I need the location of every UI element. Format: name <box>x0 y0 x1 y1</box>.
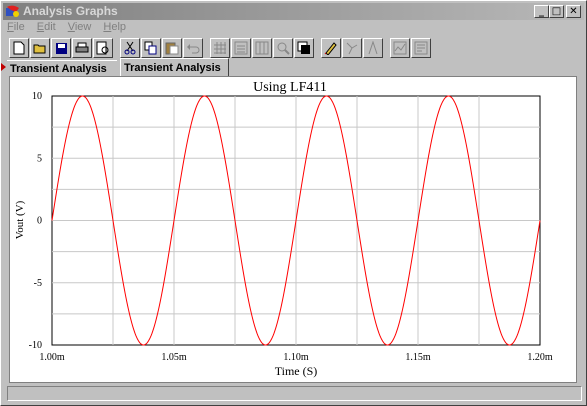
x-tick-label: 1.10m <box>283 352 309 363</box>
copy-icon[interactable] <box>141 38 161 58</box>
cut-icon[interactable] <box>120 38 140 58</box>
window-title: Analysis Graphs <box>23 4 118 18</box>
y-tick-label: 5 <box>37 153 42 164</box>
properties-icon[interactable] <box>321 38 341 58</box>
menu-help[interactable]: Help <box>101 21 128 36</box>
cursor-icon[interactable] <box>252 38 272 58</box>
print-preview-icon[interactable] <box>93 38 113 58</box>
zoom-icon[interactable] <box>273 38 293 58</box>
grid-icon[interactable] <box>210 38 230 58</box>
status-bar <box>7 386 582 401</box>
analyze-icon[interactable] <box>363 38 383 58</box>
tab-transient-analysis-2[interactable]: Transient Analysis #2 <box>120 58 229 92</box>
sweep-icon[interactable] <box>342 38 362 58</box>
chart[interactable]: Using LF411 10 5 0 -5 -10 1.00m 1.05m 1.10m 1.1… <box>10 77 576 382</box>
open-icon[interactable] <box>30 38 50 58</box>
print-icon[interactable] <box>72 38 92 58</box>
minimize-button[interactable]: _ <box>534 5 549 18</box>
reverse-colors-icon[interactable] <box>294 38 314 58</box>
x-tick-label: 1.20m <box>527 352 553 363</box>
new-icon[interactable] <box>9 38 29 58</box>
graph-panel[interactable]: Using LF411 10 5 0 -5 -10 1.00m 1.05m 1.10m 1.1… <box>9 76 577 383</box>
legend-icon[interactable] <box>231 38 251 58</box>
app-icon <box>6 5 19 17</box>
export-icon[interactable] <box>411 38 431 58</box>
x-tick-labels: 1.00m 1.05m 1.10m 1.15m 1.20m <box>39 352 553 363</box>
paste-icon[interactable] <box>162 38 182 58</box>
menu-view[interactable]: View <box>66 21 94 36</box>
menu-edit[interactable]: Edit <box>35 21 58 36</box>
y-tick-label: -5 <box>34 278 42 289</box>
y-axis-label: Vout (V) <box>14 200 26 239</box>
active-tab-arrow-icon <box>1 63 6 71</box>
chart-title: Using LF411 <box>253 80 327 95</box>
maximize-button[interactable]: □ <box>549 5 564 18</box>
title-bar[interactable]: Analysis Graphs _ □ ✕ <box>3 3 584 20</box>
x-tick-label: 1.05m <box>161 352 187 363</box>
y-tick-label: -10 <box>29 340 42 351</box>
x-axis-label: Time (S) <box>275 364 318 378</box>
copy-graph-icon[interactable] <box>390 38 410 58</box>
menu-file[interactable]: File <box>5 21 27 36</box>
toolbar <box>9 37 432 59</box>
tab-transient-analysis-1[interactable]: Transient Analysis #1 <box>7 60 117 91</box>
tab-bar: Transient Analysis #1 Transient Analysis… <box>1 58 587 92</box>
analysis-graphs-window: Analysis Graphs _ □ ✕ File Edit View Hel… <box>0 0 587 406</box>
save-icon[interactable] <box>51 38 71 58</box>
y-tick-label: 0 <box>37 216 42 227</box>
x-tick-label: 1.00m <box>39 352 65 363</box>
y-tick-labels: 10 5 0 -5 -10 <box>29 91 42 351</box>
x-tick-label: 1.15m <box>405 352 431 363</box>
menu-bar: File Edit View Help <box>5 21 128 36</box>
undo-icon[interactable] <box>183 38 203 58</box>
close-button[interactable]: ✕ <box>566 5 581 18</box>
y-tick-label: 10 <box>32 91 42 102</box>
